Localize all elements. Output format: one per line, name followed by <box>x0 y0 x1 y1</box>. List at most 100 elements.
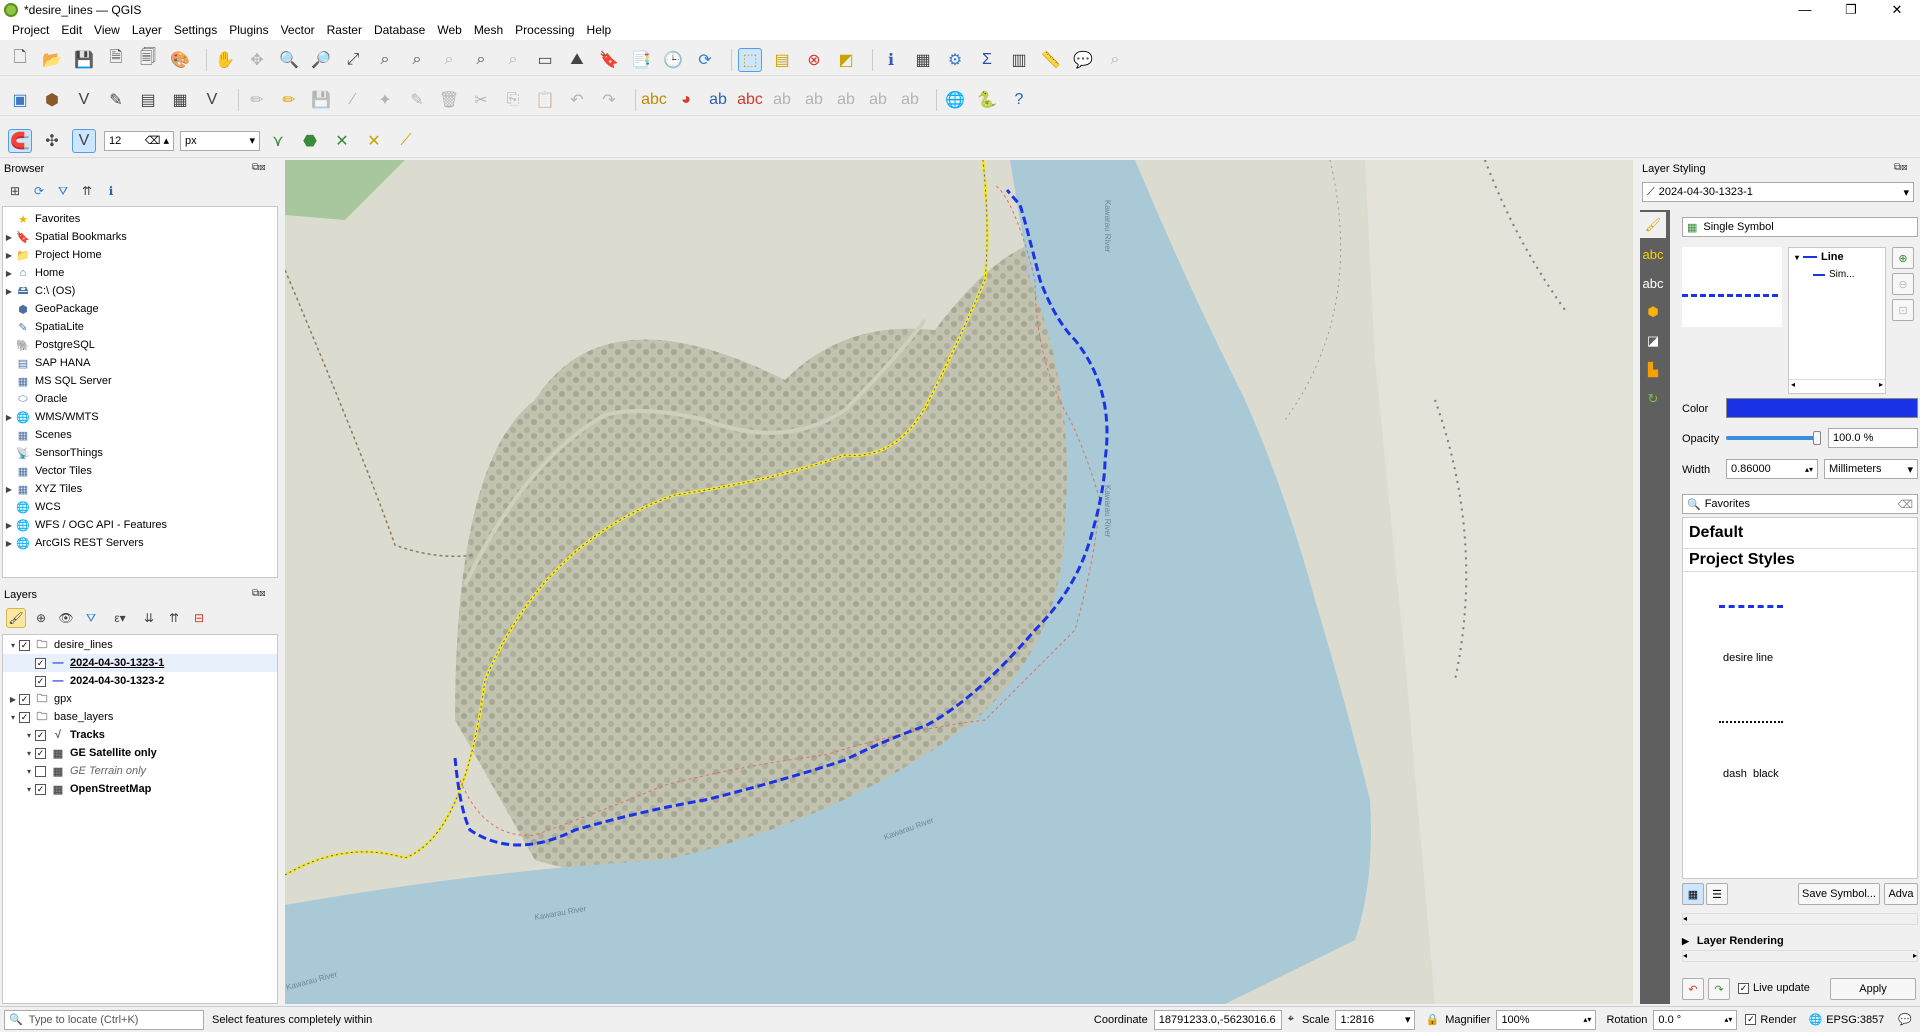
attribute-table-icon[interactable]: ▦ <box>911 48 935 72</box>
browser-item[interactable]: 📡 SensorThings <box>3 444 277 462</box>
menu-settings[interactable]: Settings <box>168 23 223 37</box>
close-button[interactable]: ✕ <box>1874 2 1920 18</box>
expand-arrow-icon[interactable]: ▶ <box>3 413 15 422</box>
layers-panel-buttons[interactable]: ⧉⊠ <box>252 588 266 599</box>
browser-item[interactable]: ✎ SpatiaLite <box>3 318 277 336</box>
symbol-desire-line-label[interactable]: desire line <box>1723 652 1773 664</box>
symbol-tree-scrollbar[interactable]: ◂ ▸ <box>1789 379 1885 393</box>
3d-view-tab-icon[interactable]: ⬢ <box>1640 299 1666 325</box>
layer-visibility-checkbox[interactable]: ✓ <box>35 729 46 741</box>
filter-expression-icon[interactable]: ε▾ <box>106 608 134 628</box>
layer-visibility-checkbox[interactable]: ✓ <box>19 693 30 705</box>
rotation-input[interactable]: 0.0 ° ▴▾ <box>1653 1009 1738 1030</box>
browser-item[interactable]: ⬢ GeoPackage <box>3 300 277 318</box>
layer-select[interactable]: ⟋ 2024-04-30-1323-1 ▾ <box>1642 182 1914 202</box>
zoom-in-icon[interactable]: 🔍 <box>277 48 301 72</box>
layer-row[interactable]: ▾ ✓ 🗀 base_layers <box>3 708 277 726</box>
scale-select[interactable]: 1:2816 ▾ <box>1335 1009 1416 1030</box>
new-virtual-layer-icon[interactable]: ▤ <box>136 88 160 112</box>
labels-tab-icon[interactable]: abc <box>1640 241 1666 267</box>
styling-panel-buttons[interactable]: ⧉⊠ <box>1894 162 1908 173</box>
label-props-icon[interactable]: ab <box>898 88 922 112</box>
show-bookmarks-icon[interactable]: 📑 <box>629 48 653 72</box>
manage-visibility-icon[interactable]: 👁 <box>56 608 76 628</box>
open-field-calc-icon[interactable]: ▥ <box>1007 48 1031 72</box>
temporal-controller-icon[interactable]: 🕒 <box>661 48 685 72</box>
browser-item[interactable]: ▶ 📁 Project Home <box>3 246 277 264</box>
coordinate-toggle-icon[interactable]: ⌖ <box>1288 1013 1294 1026</box>
symbol-desire-line-preview[interactable] <box>1719 605 1783 608</box>
layer-row[interactable]: ▶ ✓ 🗀 gpx <box>3 690 277 708</box>
move-label-icon[interactable]: ab <box>770 88 794 112</box>
zoom-full-icon[interactable]: ⤢ <box>341 48 365 72</box>
snapping-magnet-icon[interactable]: 🧲 <box>8 128 32 153</box>
menu-mesh[interactable]: Mesh <box>468 23 509 37</box>
menu-database[interactable]: Database <box>368 23 431 37</box>
save-project-icon[interactable]: 💾 <box>72 48 96 72</box>
menu-view[interactable]: View <box>88 23 126 37</box>
data-source-manager-icon[interactable]: ▣ <box>8 88 32 112</box>
symbol-layer-tree[interactable]: ▾ Line Sim... ◂ ▸ <box>1788 247 1886 394</box>
maximize-button[interactable]: ❐ <box>1828 2 1874 18</box>
styling-scrollbar-2[interactable]: ◂ ▸ <box>1682 950 1918 962</box>
zoom-selection-icon[interactable]: ⌕ <box>373 48 397 72</box>
measure-icon[interactable]: 📏 <box>1039 48 1063 72</box>
menu-help[interactable]: Help <box>581 23 618 37</box>
width-input[interactable]: 0.86000 ▴▾ <box>1726 459 1818 479</box>
layer-visibility-checkbox[interactable]: ✓ <box>35 657 46 669</box>
new-map-view-icon[interactable]: ▭ <box>533 48 557 72</box>
lock-symbol-layer-icon[interactable]: ⊡ <box>1892 299 1914 321</box>
browser-item[interactable]: ▦ Vector Tiles <box>3 462 277 480</box>
menu-plugins[interactable]: Plugins <box>223 23 274 37</box>
map-canvas[interactable]: Kawarau River Kawarau River Kawarau Rive… <box>285 160 1633 1004</box>
browser-item[interactable]: ▶ 🖴 C:\ (OS) <box>3 282 277 300</box>
browser-item[interactable]: ▶ 🌐 WMS/WMTS <box>3 408 277 426</box>
statistics-icon[interactable]: Σ <box>975 48 999 72</box>
color-button[interactable] <box>1726 398 1918 418</box>
layer-visibility-checkbox[interactable]: ✓ <box>35 783 46 795</box>
browser-refresh-icon[interactable]: ⟳ <box>30 182 48 200</box>
topological-editing-icon[interactable]: ⋎ <box>266 129 290 153</box>
new-geopackage-icon[interactable]: ⬢ <box>40 88 64 112</box>
browser-item[interactable]: ▶ 🔖 Spatial Bookmarks <box>3 228 277 246</box>
symbol-search-input[interactable]: 🔍 Favorites ⌫ <box>1682 494 1918 514</box>
collapse-all-icon[interactable]: ⇈ <box>78 182 96 200</box>
filter-icon[interactable]: ⛛ <box>54 182 72 200</box>
add-selected-icon[interactable]: ⊞ <box>6 182 24 200</box>
locator-input[interactable]: 🔍 Type to locate (Ctrl+K) <box>4 1009 204 1030</box>
apply-button[interactable]: Apply <box>1830 978 1916 1000</box>
expand-all-icon[interactable]: ⇊ <box>139 608 159 628</box>
minimize-button[interactable]: — <box>1782 2 1828 18</box>
menu-edit[interactable]: Edit <box>55 23 88 37</box>
locator-icon[interactable]: ⌕ <box>1103 48 1127 72</box>
copy-features-icon[interactable]: ⎘ <box>501 88 525 112</box>
python-console-icon[interactable]: 🐍 <box>975 88 999 112</box>
show-hide-labels-icon[interactable]: abc <box>737 88 763 112</box>
help-icon[interactable]: ? <box>1007 88 1031 112</box>
lock-scale-icon[interactable]: 🔒 <box>1425 1013 1439 1026</box>
move-diagram-icon[interactable]: ab <box>866 88 890 112</box>
rotate-label-icon[interactable]: ab <box>802 88 826 112</box>
zoom-layer-icon[interactable]: ⌕ <box>405 48 429 72</box>
browser-item[interactable]: ▦ Scenes <box>3 426 277 444</box>
expand-arrow-icon[interactable]: ▶ <box>3 539 15 548</box>
deselect-icon[interactable]: ⊗ <box>802 48 826 72</box>
browser-panel-buttons[interactable]: ⧉⊠ <box>252 162 266 173</box>
render-checkbox[interactable]: ✓ Render <box>1745 1014 1797 1026</box>
map-tips-icon[interactable]: 💬 <box>1071 48 1095 72</box>
snap-mode-icon[interactable]: ✣ <box>40 129 64 153</box>
styling-scrollbar[interactable]: ◂ <box>1682 913 1918 925</box>
layer-row[interactable]: ▾ ✓ ▦ OpenStreetMap <box>3 780 277 798</box>
properties-icon[interactable]: ℹ <box>102 182 120 200</box>
browser-item[interactable]: 🌐 WCS <box>3 498 277 516</box>
diagram-icon[interactable]: ◕ <box>674 88 698 112</box>
metasearch-icon[interactable]: 🌐 <box>943 88 967 112</box>
group-project-styles[interactable]: Project Styles <box>1683 549 1917 572</box>
layer-row[interactable]: ▾ ✓ 🗀 desire_lines <box>3 636 277 654</box>
symbology-tab-icon[interactable]: 🖌 <box>1640 212 1666 238</box>
menu-project[interactable]: Project <box>6 23 55 37</box>
messages-icon[interactable]: 💬 <box>1898 1013 1912 1026</box>
renderer-select[interactable]: ▦ Single Symbol <box>1682 217 1918 237</box>
layer-visibility-checkbox[interactable]: ✓ <box>35 675 46 687</box>
menu-raster[interactable]: Raster <box>321 23 368 37</box>
